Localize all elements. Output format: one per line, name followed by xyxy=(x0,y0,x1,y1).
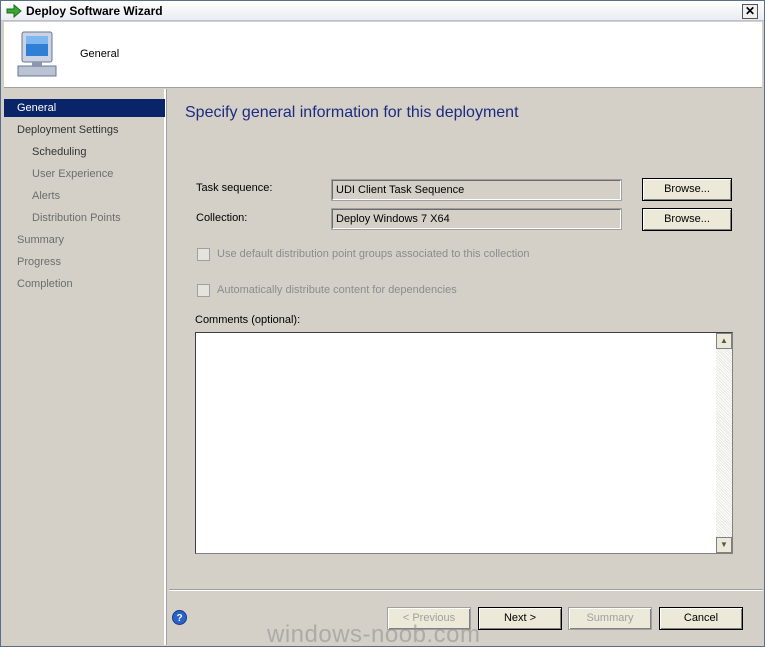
main-content: Specify general information for this dep… xyxy=(169,89,763,589)
nav-item-completion[interactable]: Completion xyxy=(17,275,73,293)
nav-item-alerts[interactable]: Alerts xyxy=(32,187,60,205)
computer-icon xyxy=(17,31,57,77)
wizard-window: Deploy Software Wizard ✕ General General… xyxy=(0,0,765,647)
next-button[interactable]: Next > xyxy=(478,607,562,630)
dependencies-checkbox-label: Automatically distribute content for dep… xyxy=(217,284,457,296)
task-sequence-browse-button[interactable]: Browse... xyxy=(642,178,732,201)
scroll-down-icon[interactable]: ▼ xyxy=(716,537,732,553)
title-bar[interactable]: Deploy Software Wizard ✕ xyxy=(1,1,764,21)
comments-textarea[interactable]: ▲ ▼ xyxy=(195,332,733,554)
wizard-step-nav: General Deployment Settings Scheduling U… xyxy=(4,89,166,645)
nav-item-deployment-settings[interactable]: Deployment Settings xyxy=(17,121,119,139)
task-sequence-field[interactable]: UDI Client Task Sequence xyxy=(331,179,622,201)
header-banner: General xyxy=(4,22,762,88)
dp-groups-checkbox[interactable] xyxy=(197,248,210,261)
collection-browse-button[interactable]: Browse... xyxy=(642,208,732,231)
help-icon[interactable]: ? xyxy=(172,610,187,625)
close-button[interactable]: ✕ xyxy=(742,4,758,19)
dp-groups-checkbox-label: Use default distribution point groups as… xyxy=(217,248,530,260)
watermark: windows-noob.com xyxy=(267,621,481,647)
dp-groups-checkbox-row[interactable]: Use default distribution point groups as… xyxy=(197,247,597,263)
collection-label: Collection: xyxy=(196,212,248,224)
nav-item-progress[interactable]: Progress xyxy=(17,253,61,271)
comments-scrollbar[interactable]: ▲ ▼ xyxy=(716,333,732,553)
page-heading: Specify general information for this dep… xyxy=(185,104,519,121)
nav-item-distribution-points[interactable]: Distribution Points xyxy=(32,209,121,227)
nav-item-scheduling[interactable]: Scheduling xyxy=(32,143,86,161)
scroll-up-icon[interactable]: ▲ xyxy=(716,333,732,349)
summary-button[interactable]: Summary xyxy=(568,607,652,630)
nav-item-general[interactable]: General xyxy=(4,99,165,117)
comments-label: Comments (optional): xyxy=(195,314,301,326)
task-sequence-label: Task sequence: xyxy=(196,182,273,194)
collection-field[interactable]: Deploy Windows 7 X64 xyxy=(331,208,622,230)
nav-item-user-experience[interactable]: User Experience xyxy=(32,165,113,183)
window-title: Deploy Software Wizard xyxy=(26,4,163,18)
cancel-button[interactable]: Cancel xyxy=(659,607,743,630)
dependencies-checkbox[interactable] xyxy=(197,284,210,297)
dependencies-checkbox-row[interactable]: Automatically distribute content for dep… xyxy=(197,283,597,299)
nav-item-summary[interactable]: Summary xyxy=(17,231,64,249)
green-arrow-icon xyxy=(6,4,22,18)
banner-title: General xyxy=(80,48,120,60)
